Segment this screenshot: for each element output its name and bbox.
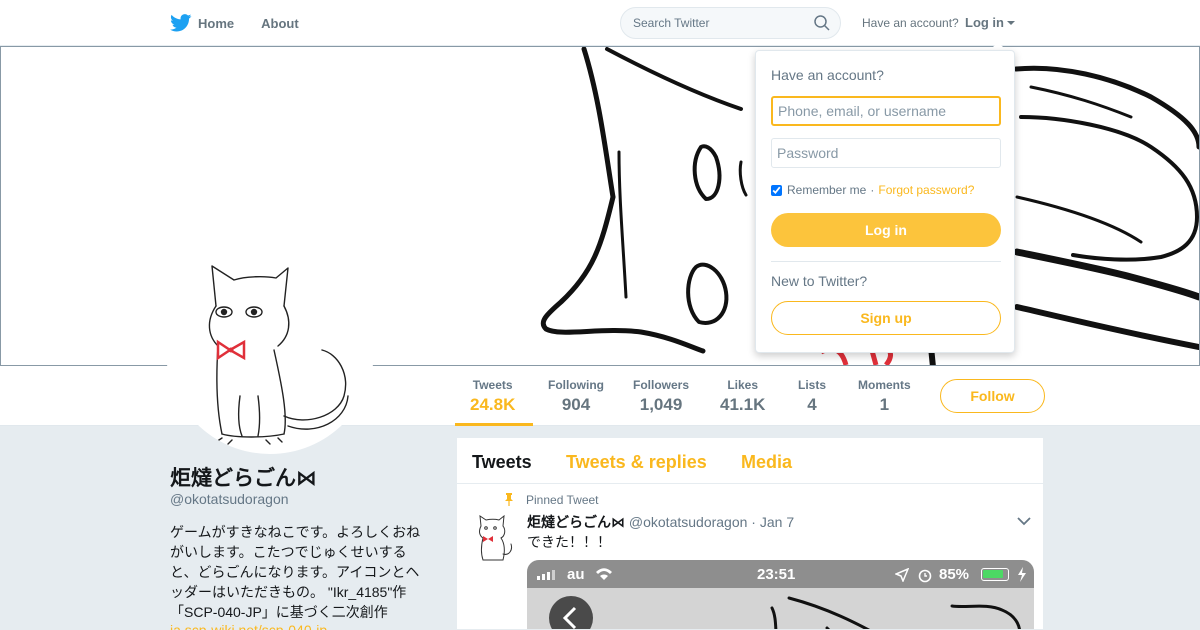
profile-link[interactable]: ja.scp-wiki.net/scp-040-jp [170, 622, 327, 630]
charging-icon [1018, 567, 1026, 582]
login-dropdown-title: Have an account? [771, 67, 884, 83]
pin-icon [505, 493, 513, 506]
stat-tweets-label: Tweets [472, 378, 513, 392]
active-stat-underline [455, 423, 533, 426]
search-box [620, 7, 841, 39]
nav-left: Home About [170, 0, 326, 46]
tweet-date[interactable]: Jan 7 [760, 514, 794, 530]
profile-handle[interactable]: @okotatsudoragon [170, 491, 289, 507]
remember-separator: · [870, 183, 875, 197]
login-toggle-label[interactable]: Log in [965, 15, 1004, 30]
top-navigation-bar: Home About Have an account? Log in [0, 0, 1200, 46]
new-to-twitter-prompt: New to Twitter? [771, 273, 868, 289]
battery-icon [981, 568, 1009, 581]
tweet-header: 炬燵どらごん⋈ @okotatsudoragon · Jan 7 [527, 512, 794, 532]
stat-lists-value: 4 [807, 395, 817, 414]
battery-level-fill [983, 570, 1003, 578]
login-dropdown: Have an account? Remember me · Forgot pa… [755, 50, 1015, 353]
remember-me-row: Remember me · Forgot password? [771, 183, 974, 197]
stat-lists-label: Lists [798, 378, 827, 392]
stat-tweets[interactable]: Tweets 24.8K [470, 378, 515, 415]
timeline-tabs: Tweets Tweets & replies Media [457, 438, 1043, 484]
chevron-down-icon[interactable] [1017, 516, 1031, 526]
dropdown-arrow [990, 42, 1006, 50]
stat-followers-label: Followers [633, 378, 690, 392]
stat-following-value: 904 [561, 395, 591, 414]
search-input[interactable] [621, 8, 801, 38]
login-dropdown-toggle[interactable]: Log in [965, 15, 1015, 30]
profile-bio: ゲームがすきなねこです。よろしくおねがいします。こたつでじゅくせいすると、どらご… [170, 524, 421, 620]
tweet-text: できた！！！ [527, 534, 611, 550]
stat-likes[interactable]: Likes 41.1K [720, 378, 765, 415]
tab-tweets[interactable]: Tweets [472, 452, 532, 473]
stat-following[interactable]: Following 904 [548, 378, 604, 415]
media-cat-drawing [770, 596, 1021, 629]
follow-button[interactable]: Follow [940, 379, 1045, 413]
nav-home-link[interactable]: Home [198, 16, 234, 31]
signal-icon [537, 570, 555, 580]
stat-moments-label: Moments [858, 378, 911, 392]
alarm-icon [918, 569, 932, 583]
location-icon [895, 568, 909, 582]
stat-likes-value: 41.1K [720, 395, 766, 414]
account-prompt: Have an account? [862, 16, 959, 30]
twitter-bird-icon[interactable] [170, 14, 192, 32]
stat-moments[interactable]: Moments 1 [858, 378, 911, 415]
back-chevron-icon[interactable] [549, 596, 593, 630]
username-field[interactable] [771, 96, 1001, 126]
profile-avatar[interactable] [166, 246, 374, 454]
cat-avatar-drawing [208, 265, 349, 445]
profile-display-name[interactable]: 炬燵どらごん⋈ [170, 462, 317, 492]
tweet-author-avatar[interactable] [473, 514, 513, 562]
login-button[interactable]: Log in [771, 213, 1001, 247]
nav-about-link[interactable]: About [261, 16, 299, 31]
pinned-tweet-label: Pinned Tweet [526, 493, 599, 507]
phone-status-bar: au 23:51 85% [527, 560, 1034, 588]
signup-button[interactable]: Sign up [771, 301, 1001, 335]
remember-me-checkbox[interactable] [771, 184, 782, 196]
remember-me-label[interactable]: Remember me [787, 183, 866, 197]
stat-followers[interactable]: Followers 1,049 [633, 378, 689, 415]
media-back-button[interactable] [549, 596, 593, 630]
tweet-media-image[interactable]: au 23:51 85% [527, 560, 1034, 630]
phone-clock: 23:51 [757, 566, 796, 583]
search-icon[interactable] [814, 15, 830, 31]
tweet-author-handle[interactable]: @okotatsudoragon [629, 514, 748, 530]
stat-moments-value: 1 [879, 395, 890, 414]
stat-followers-value: 1,049 [639, 395, 683, 414]
stat-following-label: Following [548, 378, 604, 392]
password-field[interactable] [771, 138, 1001, 168]
tweet-separator: · [751, 514, 756, 530]
wifi-icon [596, 568, 612, 580]
timeline: Tweets Tweets & replies Media Pinned Twe… [456, 437, 1044, 630]
tweet-author-name[interactable]: 炬燵どらごん⋈ [527, 514, 625, 530]
caret-down-icon[interactable] [1007, 21, 1015, 25]
battery-percentage: 85% [939, 566, 970, 583]
stat-lists[interactable]: Lists 4 [798, 378, 826, 415]
tab-media[interactable]: Media [741, 452, 792, 473]
stat-tweets-value: 24.8K [470, 395, 516, 414]
tab-tweets-and-replies[interactable]: Tweets & replies [566, 452, 707, 473]
dropdown-divider [771, 261, 1001, 262]
forgot-password-link[interactable]: Forgot password? [878, 183, 974, 197]
carrier-label: au [567, 566, 585, 583]
stat-likes-label: Likes [727, 378, 759, 392]
